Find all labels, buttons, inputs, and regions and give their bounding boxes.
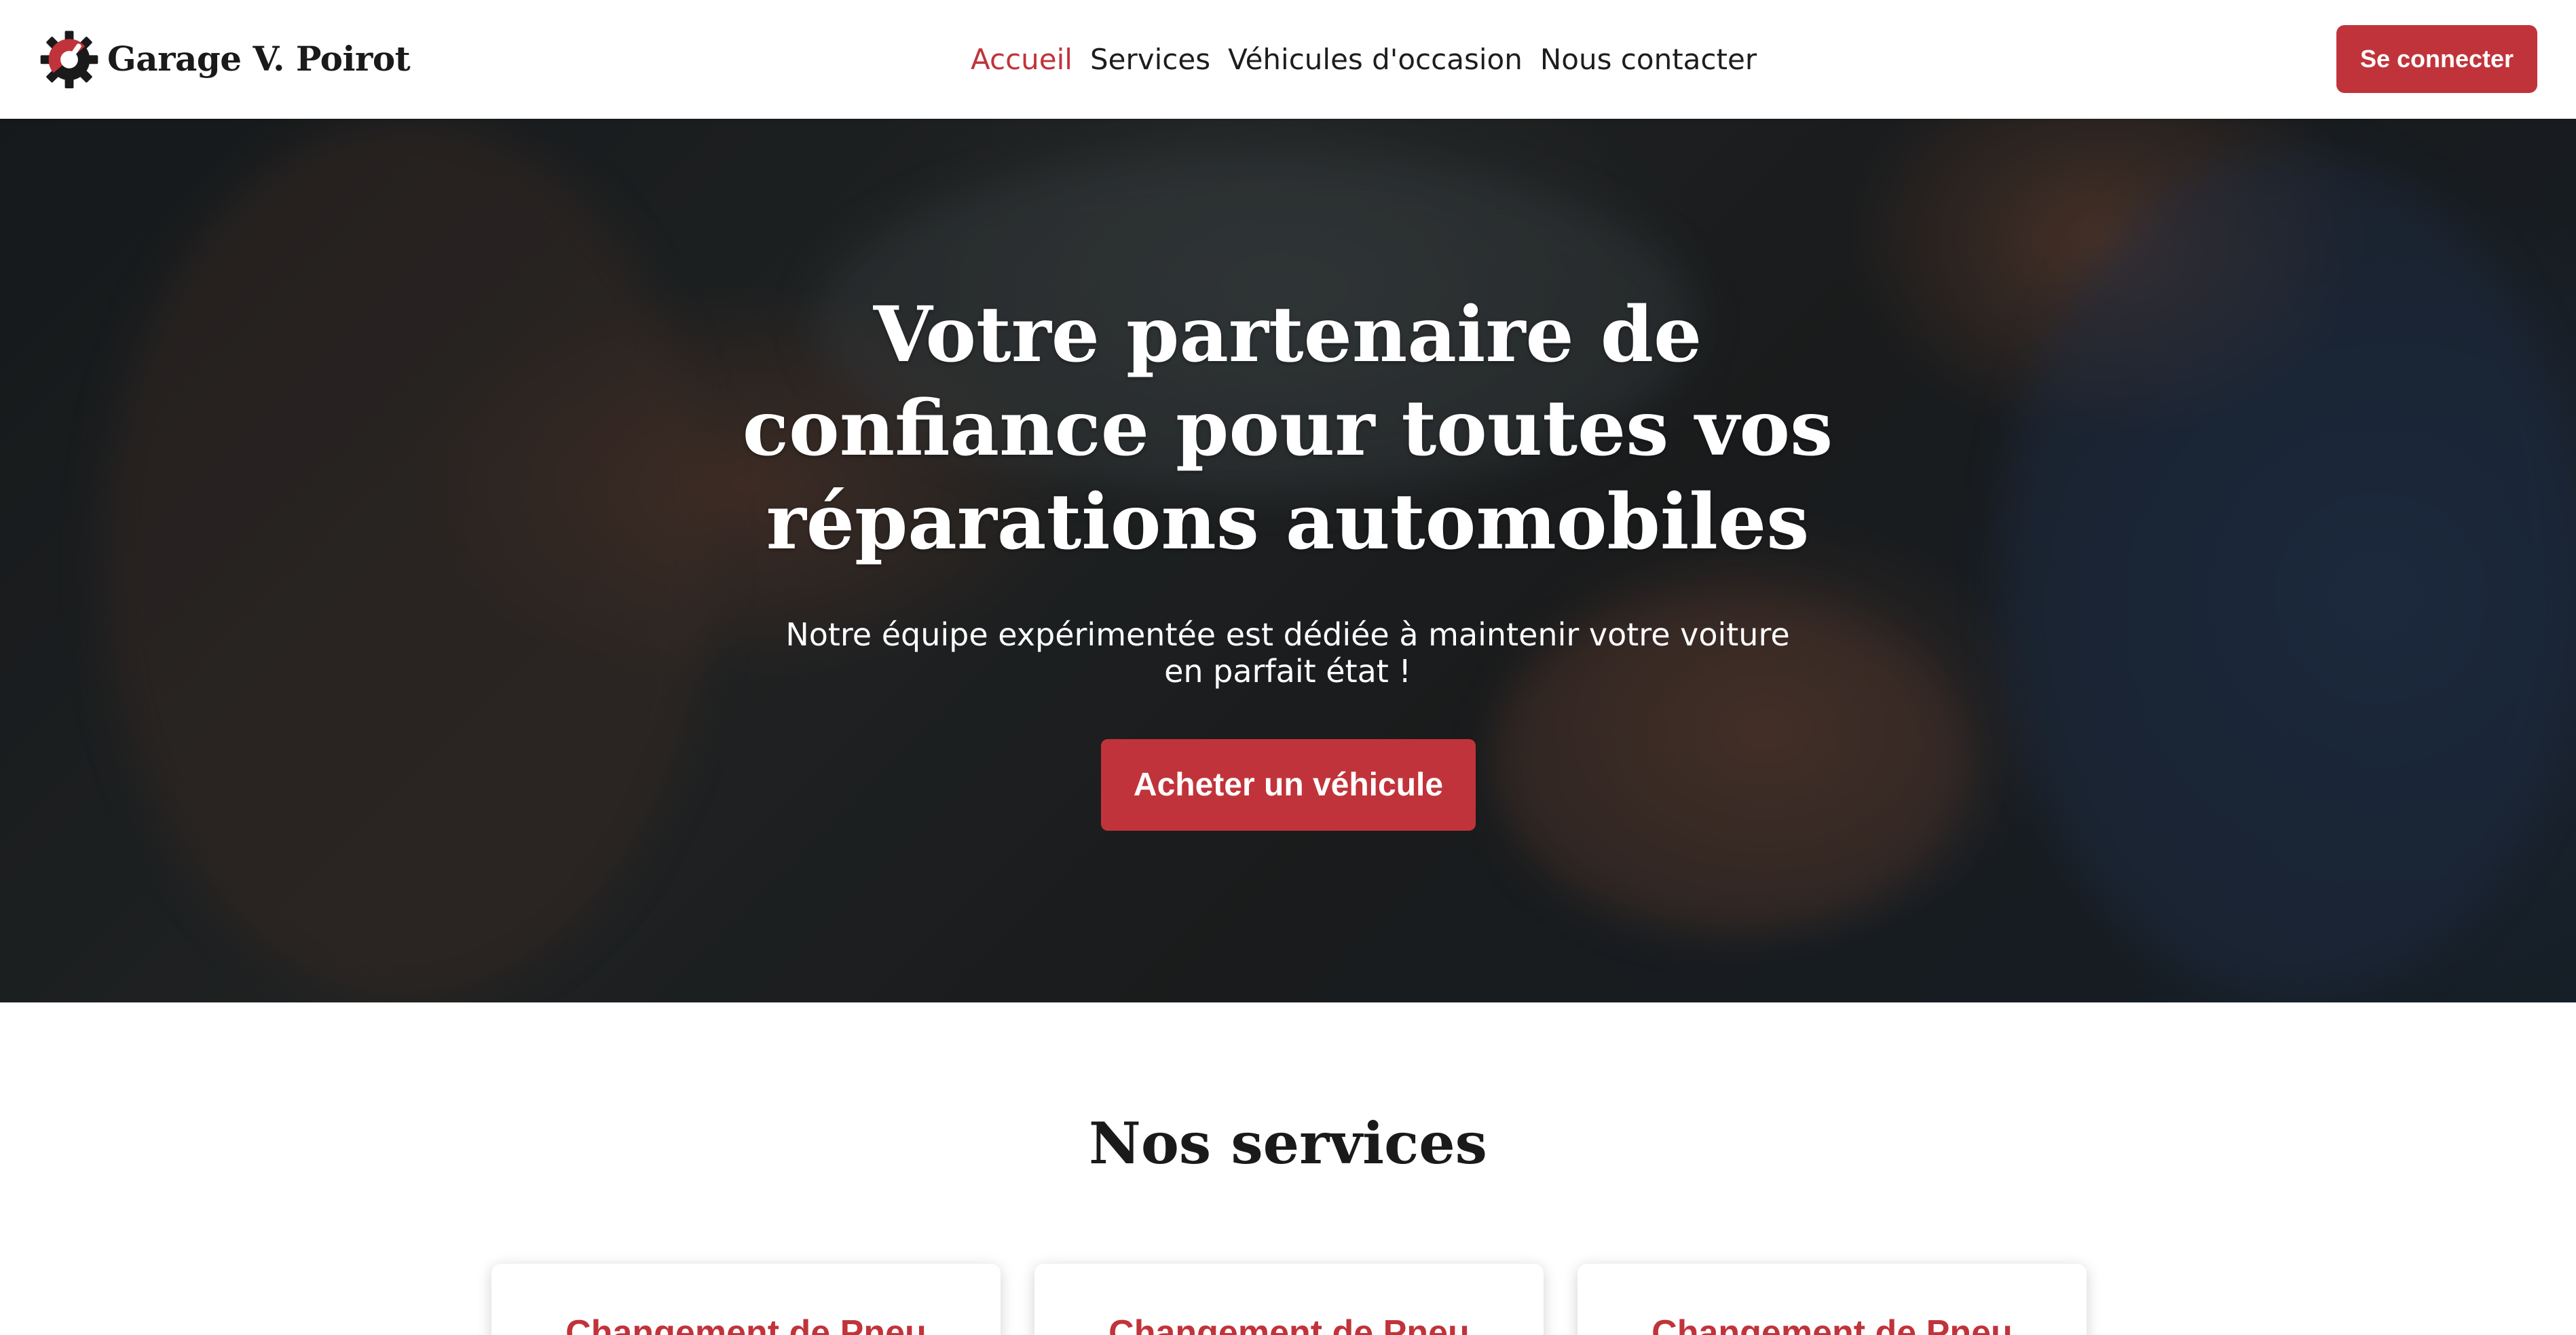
nav-link-vehicules-occasion[interactable]: Véhicules d'occasion	[1228, 43, 1523, 76]
login-button[interactable]: Se connecter	[2336, 25, 2537, 93]
service-card[interactable]: Changement de Pneu	[1578, 1264, 2087, 1335]
gear-with-wrench-icon	[40, 31, 98, 89]
navbar: Garage V. Poirot Accueil Services Véhicu…	[0, 0, 2576, 119]
page: Garage V. Poirot Accueil Services Véhicu…	[0, 0, 2576, 1335]
brand[interactable]: Garage V. Poirot	[38, 24, 411, 92]
brand-name: Garage V. Poirot	[107, 38, 411, 79]
service-card-title: Changement de Pneu	[1108, 1313, 1470, 1335]
service-card-title: Changement de Pneu	[1651, 1313, 2013, 1335]
nav-link-accueil[interactable]: Accueil	[971, 43, 1072, 76]
services-title: Nos services	[1089, 1110, 1487, 1177]
buy-vehicle-button[interactable]: Acheter un véhicule	[1101, 739, 1476, 831]
hero-content: Votre partenaire de confiance pour toute…	[0, 119, 2576, 1002]
nav-link-nous-contacter[interactable]: Nous contacter	[1540, 43, 1757, 76]
hero-title: Votre partenaire de confiance pour toute…	[742, 290, 1833, 567]
service-card[interactable]: Changement de Pneu	[1034, 1264, 1544, 1335]
hero-subtitle: Notre équipe expérimentée est dédiée à m…	[785, 616, 1790, 690]
service-cards: Changement de Pneu Changement de Pneu Ch…	[491, 1264, 2087, 1335]
main-nav: Accueil Services Véhicules d'occasion No…	[971, 35, 1757, 83]
service-card-title: Changement de Pneu	[565, 1313, 927, 1335]
service-card[interactable]: Changement de Pneu	[491, 1264, 1001, 1335]
nav-link-services[interactable]: Services	[1090, 43, 1210, 76]
hero-section: Votre partenaire de confiance pour toute…	[0, 119, 2576, 1002]
